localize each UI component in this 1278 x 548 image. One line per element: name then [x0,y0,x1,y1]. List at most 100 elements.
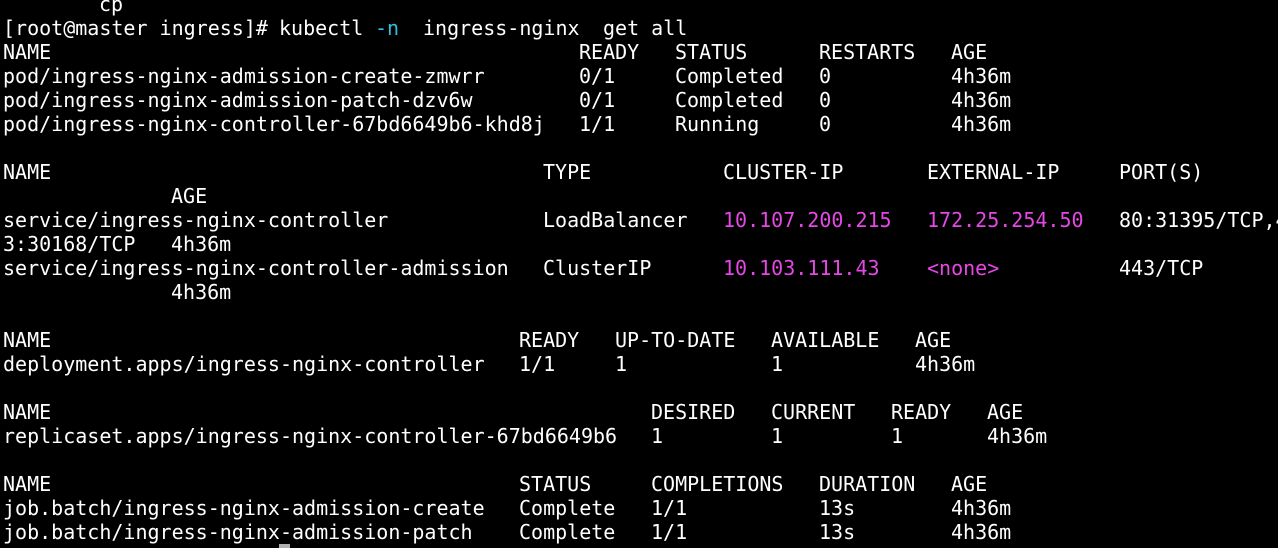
deployment-age: 4h36m [915,352,976,376]
services-header-wrap: AGE [3,184,207,208]
service-age: 4h36m [171,232,232,256]
table-row: pod/ingress-nginx-controller-67bd6649b6-… [3,112,1011,136]
job-status: Complete [519,496,616,520]
pod-restarts: 0 [819,64,832,88]
pod-name: pod/ingress-nginx-admission-patch-dzv6w [3,88,473,112]
col-header-name: NAME [3,328,52,352]
col-header-status: STATUS [675,40,748,64]
service-cluster-ip: 10.107.200.215 [723,208,892,232]
col-header-name: NAME [3,160,52,184]
pod-name: pod/ingress-nginx-admission-create-zmwrr [3,64,485,88]
service-name: service/ingress-nginx-controller-admissi… [3,256,509,280]
col-header-age: AGE [915,328,952,352]
command-line: [root@master ingress]# kubectl -n ingres… [3,16,687,40]
col-header-type: TYPE [543,160,592,184]
services-header: NAME TYPE CLUSTER-IP EXTERNAL-IP PORT(S) [3,160,1203,184]
pod-status: Running [675,112,760,136]
col-header-name: NAME [3,40,52,64]
table-row: job.batch/ingress-nginx-admission-patch … [3,520,1011,544]
deployment-ready: 1/1 [519,352,556,376]
command-namespace: ingress-nginx [423,16,580,40]
command-args: get all [603,16,688,40]
pod-ready: 0/1 [579,64,616,88]
job-name: job.batch/ingress-nginx-admission-create [3,496,485,520]
col-header-ready: READY [519,328,580,352]
table-row: pod/ingress-nginx-admission-patch-dzv6w … [3,88,1011,112]
command-flag: -n [375,16,400,40]
col-header-completions: COMPLETIONS [651,472,784,496]
table-row: pod/ingress-nginx-admission-create-zmwrr… [3,64,1011,88]
col-header-name: NAME [3,472,52,496]
pod-name: pod/ingress-nginx-controller-67bd6649b6-… [3,112,545,136]
col-header-desired: DESIRED [651,400,736,424]
job-name: job.batch/ingress-nginx-admission-patch [3,520,473,544]
pod-age: 4h36m [951,64,1012,88]
col-header-age: AGE [171,184,208,208]
replicaset-desired: 1 [651,424,664,448]
deployment-up-to-date: 1 [615,352,628,376]
terminal-window[interactable]: cp [root@master ingress]# kubectl -n ing… [0,0,1278,548]
job-duration: 13s [819,520,856,544]
replicaset-ready: 1 [891,424,904,448]
service-external-ip: <none> [927,256,1000,280]
table-row: job.batch/ingress-nginx-admission-create… [3,496,1011,520]
col-header-up-to-date: UP-TO-DATE [615,328,736,352]
job-completions: 1/1 [651,520,688,544]
col-header-available: AVAILABLE [771,328,880,352]
pod-age: 4h36m [951,112,1012,136]
replicaset-name: replicaset.apps/ingress-nginx-controller… [3,424,618,448]
service-external-ip: 172.25.254.50 [927,208,1084,232]
col-header-duration: DURATION [819,472,916,496]
job-status: Complete [519,520,616,544]
shell-prompt: [root@master ingress]# [3,16,268,40]
table-row-wrap: 3:30168/TCP 4h36m [3,232,231,256]
table-row: service/ingress-nginx-controller-admissi… [3,256,1203,280]
command-program: kubectl [279,16,364,40]
col-header-age: AGE [987,400,1024,424]
col-header-age: AGE [951,40,988,64]
pod-restarts: 0 [819,112,832,136]
output-fragment: cp [99,0,124,16]
table-row-wrap: 4h36m [3,280,231,304]
service-ports-wrap: 3:30168/TCP [3,232,136,256]
col-header-age: AGE [951,472,988,496]
col-header-cluster-ip: CLUSTER-IP [723,160,844,184]
job-completions: 1/1 [651,496,688,520]
service-type: LoadBalancer [543,208,688,232]
service-cluster-ip: 10.103.111.43 [723,256,880,280]
deployment-name: deployment.apps/ingress-nginx-controller [3,352,485,376]
deployment-available: 1 [771,352,784,376]
col-header-ready: READY [579,40,640,64]
col-header-status: STATUS [519,472,592,496]
pod-status: Completed [675,88,784,112]
pod-status: Completed [675,64,784,88]
service-ports: 80:31395/TCP,4 [1119,208,1278,232]
col-header-ports: PORT(S) [1119,160,1204,184]
job-age: 4h36m [951,496,1012,520]
job-age: 4h36m [951,520,1012,544]
text-cursor [279,544,290,548]
col-header-name: NAME [3,400,52,424]
pod-restarts: 0 [819,88,832,112]
service-age: 4h36m [171,280,232,304]
service-ports: 443/TCP [1119,256,1204,280]
service-name: service/ingress-nginx-controller [3,208,389,232]
scrolled-output-line: cp [3,0,123,16]
table-row: replicaset.apps/ingress-nginx-controller… [3,424,1047,448]
jobs-header: NAME STATUS COMPLETIONS DURATION AGE [3,472,987,496]
pod-ready: 1/1 [579,112,616,136]
replicasets-header: NAME DESIRED CURRENT READY AGE [3,400,1023,424]
table-row: deployment.apps/ingress-nginx-controller… [3,352,975,376]
col-header-current: CURRENT [771,400,856,424]
replicaset-current: 1 [771,424,784,448]
deployments-header: NAME READY UP-TO-DATE AVAILABLE AGE [3,328,951,352]
replicaset-age: 4h36m [987,424,1048,448]
pod-ready: 0/1 [579,88,616,112]
table-row: service/ingress-nginx-controller LoadBal… [3,208,1278,232]
pods-header: NAME READY STATUS RESTARTS AGE [3,40,987,64]
col-header-external-ip: EXTERNAL-IP [927,160,1060,184]
service-type: ClusterIP [543,256,652,280]
col-header-restarts: RESTARTS [819,40,916,64]
pod-age: 4h36m [951,88,1012,112]
col-header-ready: READY [891,400,952,424]
